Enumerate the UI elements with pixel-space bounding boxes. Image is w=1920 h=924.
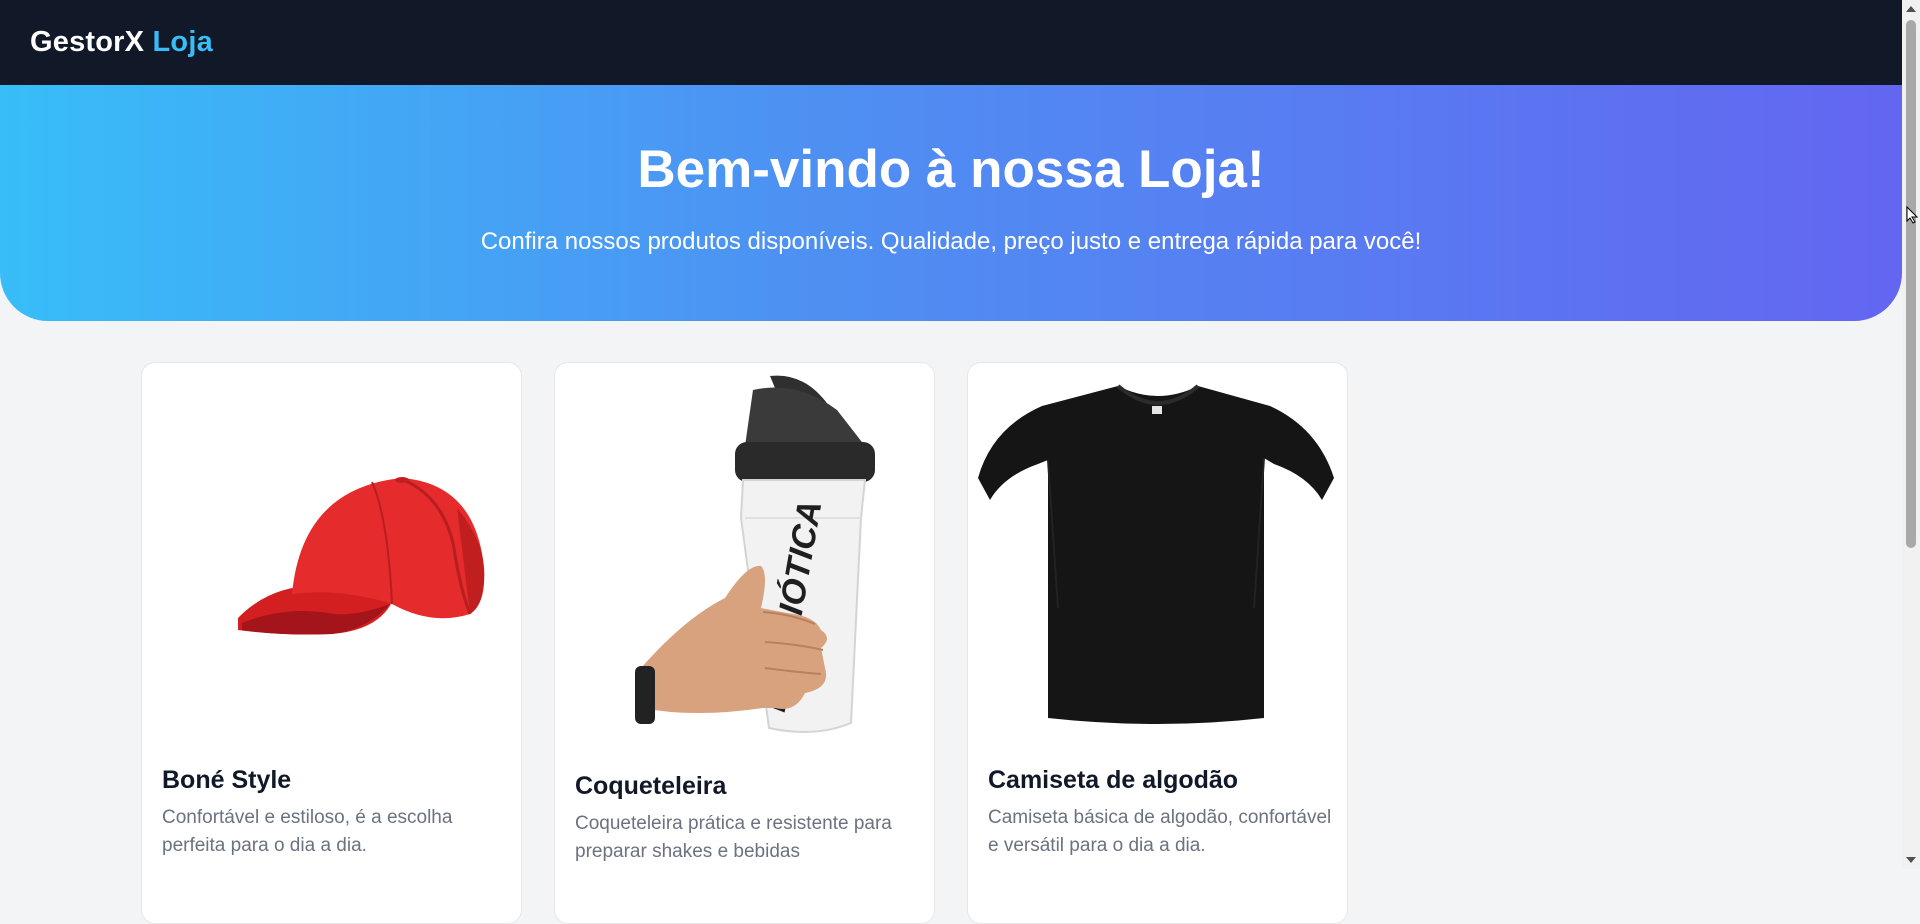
product-image-tshirt[interactable] bbox=[978, 368, 1337, 743]
brand-accent: Loja bbox=[152, 26, 213, 58]
brand-name: GestorX bbox=[30, 26, 145, 58]
page-scrollbar[interactable] bbox=[1902, 0, 1920, 869]
scroll-up-arrow-icon[interactable] bbox=[1906, 6, 1916, 12]
hero-title: Bem-vindo à nossa Loja! bbox=[637, 140, 1265, 199]
product-description: Confortável e estiloso, é a escolha perf… bbox=[162, 807, 453, 856]
product-description: Coqueteleira prática e resistente para p… bbox=[575, 813, 892, 862]
scroll-down-arrow-icon[interactable] bbox=[1906, 857, 1916, 863]
product-name[interactable]: Boné Style bbox=[162, 768, 291, 793]
product-name[interactable]: Coqueteleira bbox=[575, 774, 726, 799]
hero-subtitle: Confira nossos produtos disponíveis. Qua… bbox=[480, 228, 1422, 255]
mouse-cursor-icon bbox=[1906, 205, 1919, 229]
brand-logo[interactable]: GestorX Loja bbox=[30, 26, 213, 59]
product-card[interactable]: PROBIÓTICA Coqueteleira Coqueteleira prá… bbox=[554, 362, 935, 924]
product-card[interactable]: Boné Style Confortável e estiloso, é a e… bbox=[141, 362, 522, 924]
product-card[interactable]: Camiseta de algodão Camiseta básica de a… bbox=[967, 362, 1348, 924]
product-description: Camiseta básica de algodão, confortável … bbox=[988, 807, 1332, 856]
product-image-cap[interactable] bbox=[152, 368, 511, 743]
red-cap-image bbox=[238, 477, 485, 635]
product-image-shaker[interactable]: PROBIÓTICA bbox=[565, 368, 924, 743]
hero-banner: Bem-vindo à nossa Loja! Confira nossos p… bbox=[0, 85, 1902, 321]
product-name[interactable]: Camiseta de algodão bbox=[988, 768, 1238, 793]
black-tshirt-image bbox=[978, 384, 1334, 724]
product-grid: Boné Style Confortável e estiloso, é a e… bbox=[141, 362, 1348, 924]
scroll-thumb[interactable] bbox=[1906, 20, 1916, 548]
shaker-bottle-image: PROBIÓTICA bbox=[635, 375, 875, 733]
top-navbar: GestorX Loja bbox=[0, 0, 1902, 85]
